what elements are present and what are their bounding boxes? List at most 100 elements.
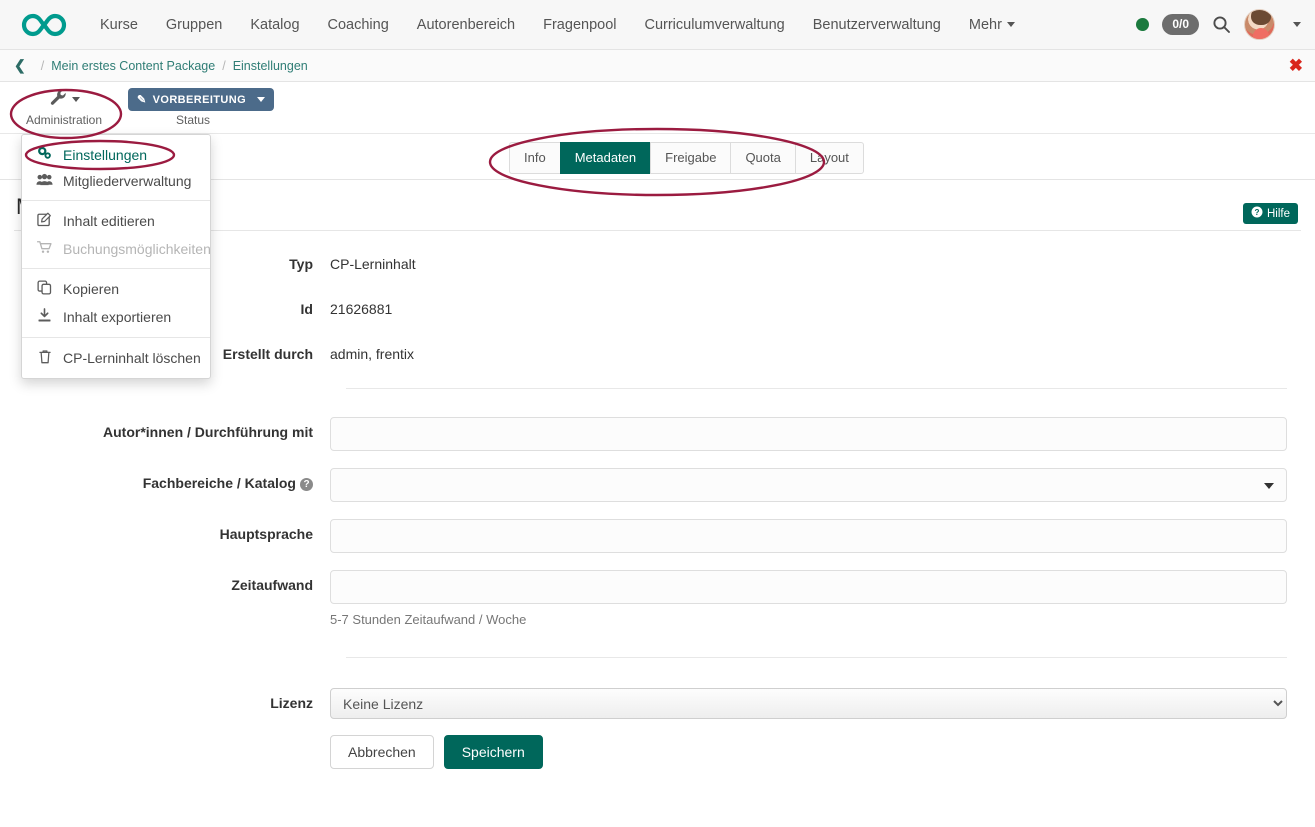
tab-layout[interactable]: Layout: [795, 142, 864, 174]
nav-mehr-label: Mehr: [969, 17, 1002, 33]
breadcrumb-separator-2: /: [222, 59, 225, 73]
menu-divider-1: [22, 200, 210, 201]
tab-quota[interactable]: Quota: [730, 142, 794, 174]
administration-tool-icons: [0, 88, 128, 111]
infinity-logo[interactable]: [16, 8, 72, 42]
online-status-dot: [1136, 18, 1149, 31]
menu-item-buchungsmoeglichkeiten: Buchungsmöglichkeiten: [22, 235, 210, 262]
hauptsprache-input[interactable]: [330, 519, 1287, 553]
chevron-down-icon: [1007, 22, 1015, 27]
breadcrumb: ❮ / Mein erstes Content Package / Einste…: [0, 50, 1315, 82]
form-divider-2: [346, 657, 1287, 658]
copy-icon: [36, 280, 53, 298]
status-badge[interactable]: ✎ VORBEREITUNG: [128, 88, 274, 111]
breadcrumb-back-chevron-left-icon[interactable]: ❮: [14, 57, 26, 74]
field-fachbereiche-katalog-label: Fachbereiche / Katalog?: [14, 468, 330, 491]
nav-links: Kurse Gruppen Katalog Coaching Autorenbe…: [86, 11, 1136, 39]
breadcrumb-content-package[interactable]: Mein erstes Content Package: [51, 59, 215, 73]
nav-coaching[interactable]: Coaching: [314, 11, 403, 39]
row-erstellt-durch-value: admin, frentix: [330, 339, 414, 362]
trash-icon: [36, 349, 53, 367]
nav-curriculumverwaltung[interactable]: Curriculumverwaltung: [630, 11, 798, 39]
status-tool: ✎ VORBEREITUNG Status: [128, 88, 258, 127]
menu-item-cp-lerninhalt-loeschen[interactable]: CP-Lerninhalt löschen: [22, 344, 210, 372]
cart-icon: [36, 240, 53, 257]
field-help-question-icon[interactable]: ?: [300, 478, 313, 491]
chevron-down-icon: [1264, 483, 1274, 489]
field-fachbereiche-katalog: Fachbereiche / Katalog?: [14, 468, 1301, 502]
help-button-label: Hilfe: [1267, 208, 1290, 220]
notification-counter[interactable]: 0/0: [1162, 14, 1199, 34]
content-toolbar: Administration ✎ VORBEREITUNG Status: [0, 82, 1315, 134]
nav-autorenbereich[interactable]: Autorenbereich: [403, 11, 529, 39]
help-button[interactable]: ? Hilfe: [1243, 203, 1298, 224]
row-id-value: 21626881: [330, 294, 392, 317]
user-menu-chevron-down-icon[interactable]: [1293, 22, 1301, 27]
nav-benutzerverwaltung[interactable]: Benutzerverwaltung: [799, 11, 955, 39]
top-navbar: Kurse Gruppen Katalog Coaching Autorenbe…: [0, 0, 1315, 50]
row-typ-value: CP-Lerninhalt: [330, 249, 416, 272]
administration-label: Administration: [0, 113, 128, 127]
cancel-button[interactable]: Abbrechen: [330, 735, 434, 769]
menu-divider-3: [22, 337, 210, 338]
field-autorinnen: Autor*innen / Durchführung mit: [14, 417, 1301, 451]
nav-fragenpool[interactable]: Fragenpool: [529, 11, 630, 39]
button-row: Abbrechen Speichern: [330, 733, 543, 769]
menu-item-inhalt-exportieren[interactable]: Inhalt exportieren: [22, 303, 210, 331]
menu-item-mitgliederverwaltung-label: Mitgliederverwaltung: [63, 173, 191, 189]
form-actions-spacer: [14, 733, 330, 740]
menu-item-einstellungen[interactable]: Einstellungen: [22, 141, 210, 168]
save-button[interactable]: Speichern: [444, 735, 543, 769]
edit-square-icon: [36, 212, 53, 230]
tab-info[interactable]: Info: [509, 142, 560, 174]
breadcrumb-separator: /: [41, 59, 44, 73]
gears-icon: [36, 146, 53, 163]
download-icon: [36, 308, 53, 326]
menu-divider-2: [22, 268, 210, 269]
tab-metadaten[interactable]: Metadaten: [560, 142, 650, 174]
tabs-group: Info Metadaten Freigabe Quota Layout: [509, 142, 864, 174]
navbar-right-tools: 0/0: [1136, 9, 1301, 40]
menu-item-einstellungen-label: Einstellungen: [63, 147, 147, 163]
field-fachbereiche-katalog-text: Fachbereiche / Katalog: [143, 475, 296, 491]
question-circle-icon: ?: [1251, 206, 1263, 221]
field-autorinnen-label: Autor*innen / Durchführung mit: [14, 417, 330, 440]
field-hauptsprache-label: Hauptsprache: [14, 519, 330, 542]
administration-menu: Einstellungen Mitgliederverwaltung: [21, 134, 211, 379]
nav-mehr[interactable]: Mehr: [955, 11, 1029, 39]
field-hauptsprache: Hauptsprache: [14, 519, 1301, 553]
form-actions: Abbrechen Speichern: [14, 733, 1301, 769]
menu-item-inhalt-exportieren-label: Inhalt exportieren: [63, 309, 171, 325]
field-lizenz: Lizenz Keine Lizenz: [14, 688, 1301, 719]
lizenz-select[interactable]: Keine Lizenz: [330, 688, 1287, 719]
close-icon[interactable]: ✖: [1289, 57, 1303, 74]
administration-tool[interactable]: Administration: [0, 88, 128, 127]
users-icon: [36, 173, 53, 189]
field-lizenz-label: Lizenz: [14, 688, 330, 711]
menu-item-inhalt-editieren-label: Inhalt editieren: [63, 213, 155, 229]
zeitaufwand-input[interactable]: [330, 570, 1287, 604]
nav-gruppen[interactable]: Gruppen: [152, 11, 236, 39]
wrench-icon: [49, 88, 68, 112]
status-chevron-down-icon: [257, 97, 265, 102]
tab-freigabe[interactable]: Freigabe: [650, 142, 730, 174]
menu-item-buchungsmoeglichkeiten-label: Buchungsmöglichkeiten: [63, 241, 211, 257]
menu-item-inhalt-editieren[interactable]: Inhalt editieren: [22, 207, 210, 235]
menu-item-mitgliederverwaltung[interactable]: Mitgliederverwaltung: [22, 168, 210, 194]
nav-kurse[interactable]: Kurse: [86, 11, 152, 39]
administration-chevron-down-icon: [72, 97, 80, 102]
app-window: Kurse Gruppen Katalog Coaching Autorenbe…: [0, 0, 1315, 827]
status-label: Status: [128, 113, 258, 127]
menu-item-kopieren[interactable]: Kopieren: [22, 275, 210, 303]
search-icon[interactable]: [1212, 15, 1231, 34]
breadcrumb-einstellungen[interactable]: Einstellungen: [233, 59, 308, 73]
fachbereiche-katalog-combo[interactable]: [330, 468, 1287, 502]
menu-item-kopieren-label: Kopieren: [63, 281, 119, 297]
pencil-icon: ✎: [137, 93, 147, 106]
svg-text:?: ?: [1255, 208, 1260, 217]
autorinnen-input[interactable]: [330, 417, 1287, 451]
user-avatar[interactable]: [1244, 9, 1275, 40]
form-divider-1: [346, 388, 1287, 389]
field-zeitaufwand: Zeitaufwand 5-7 Stunden Zeitaufwand / Wo…: [14, 570, 1301, 627]
nav-katalog[interactable]: Katalog: [236, 11, 313, 39]
